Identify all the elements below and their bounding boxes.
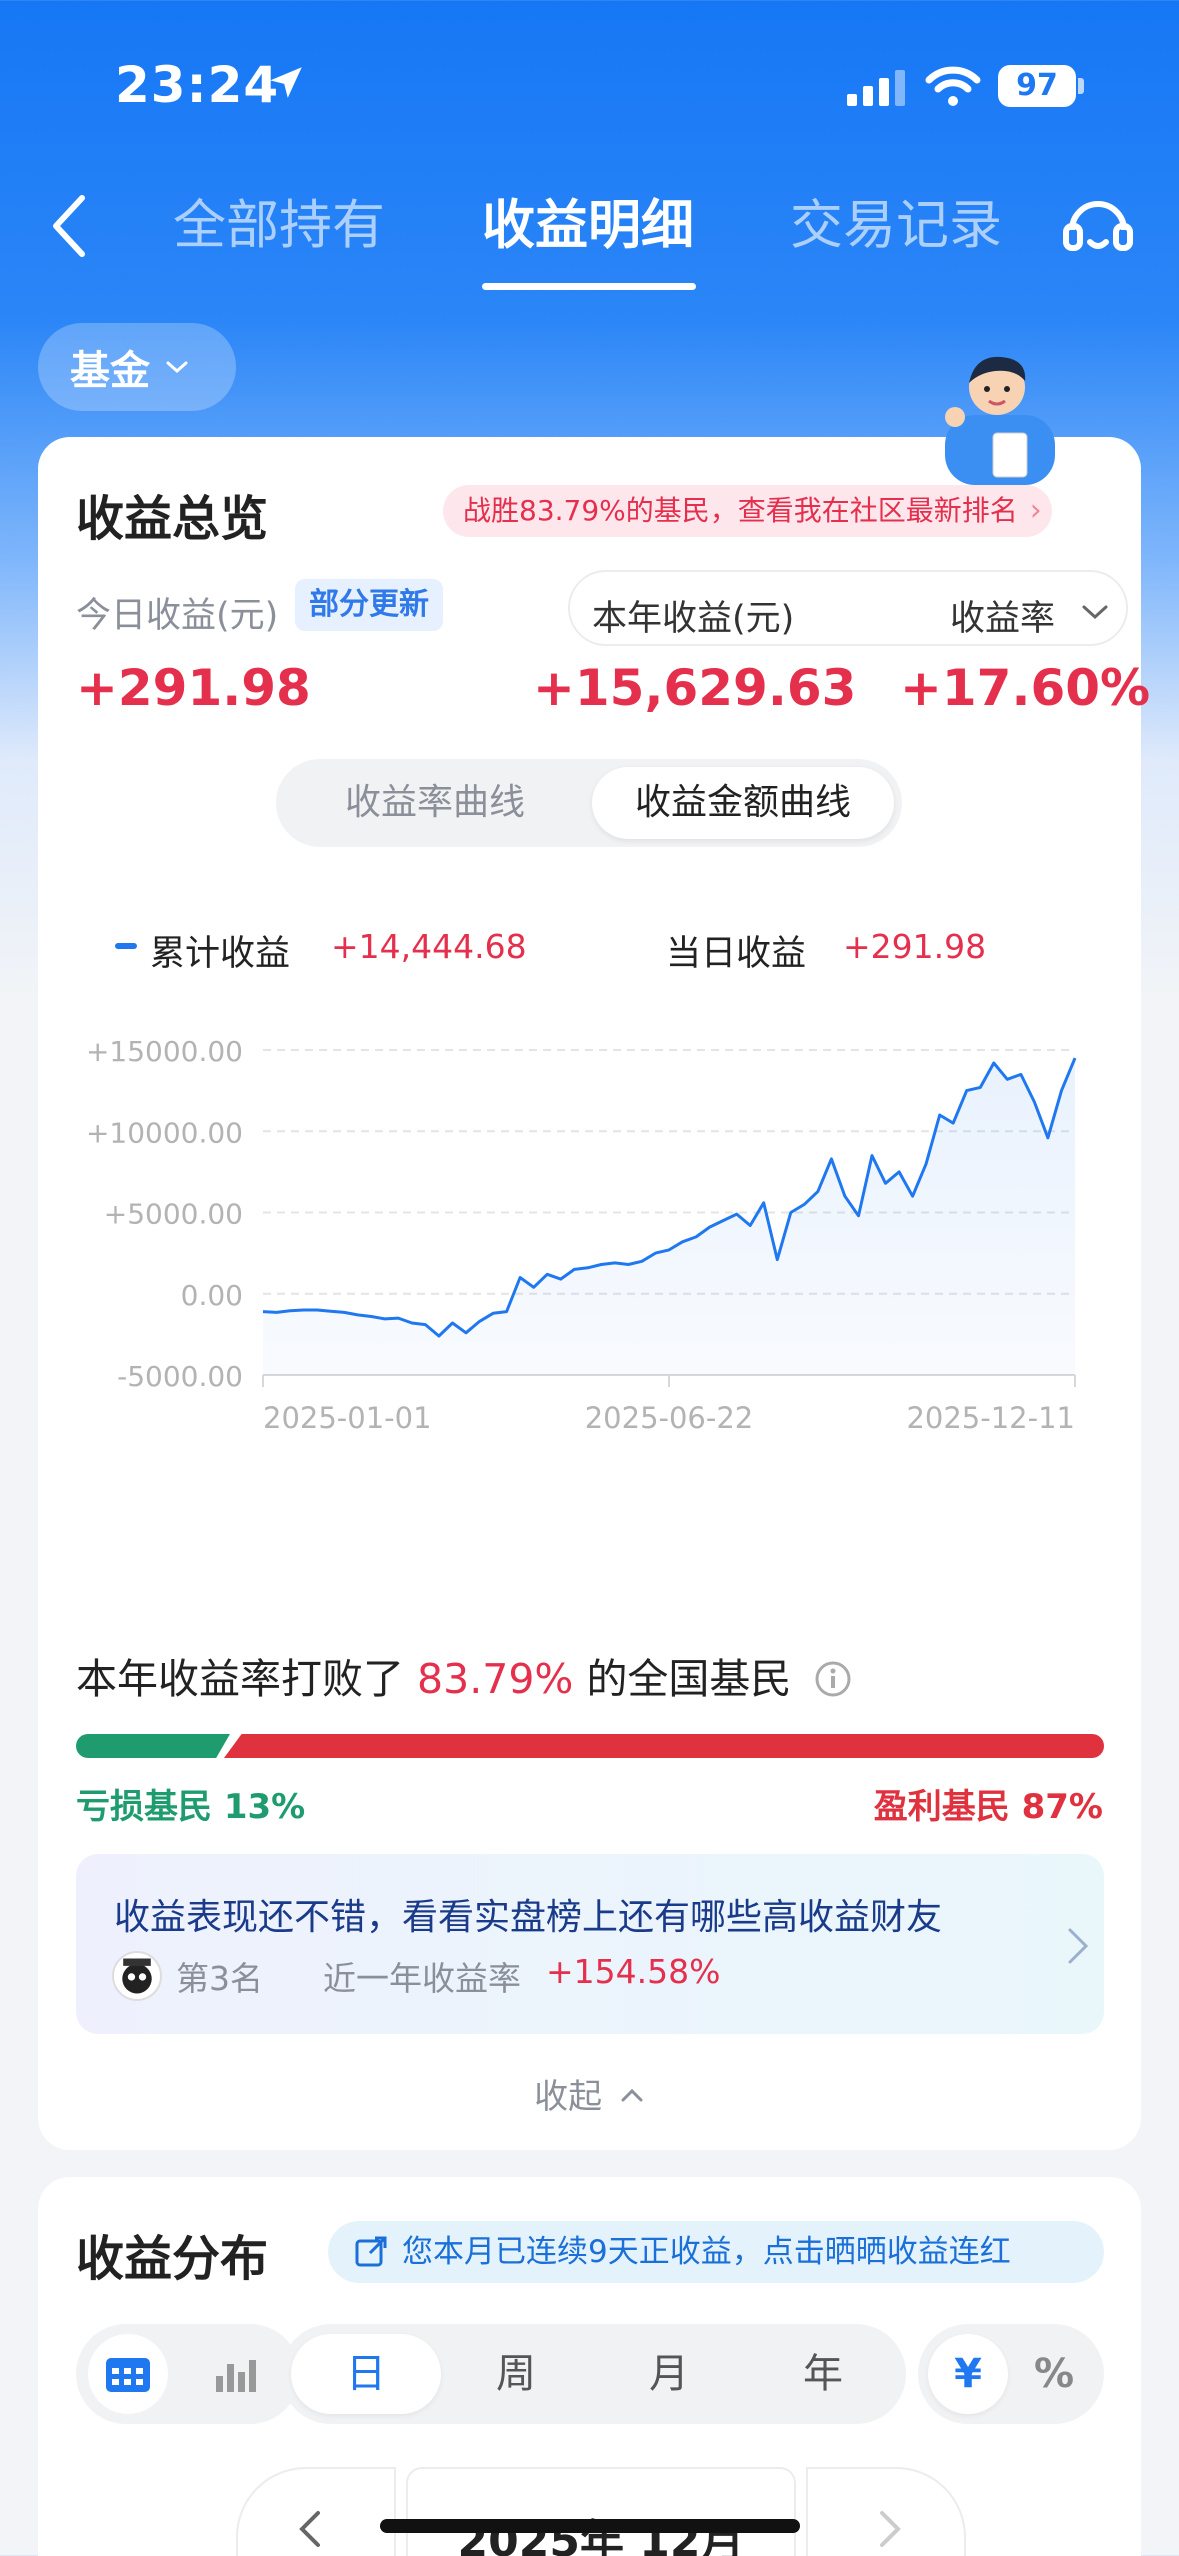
rate-curve-option[interactable]: 收益率曲线: [284, 767, 586, 839]
status-time: 23:24: [115, 56, 280, 114]
mascot-illustration: [945, 356, 1055, 485]
year-earnings-selector[interactable]: 本年收益(元) 收益率: [568, 570, 1128, 646]
cumulative-area: [263, 1058, 1075, 1375]
info-icon[interactable]: [814, 1660, 852, 1698]
return-rate-value: +17.60%: [900, 659, 1151, 717]
cumulative-earnings-chart[interactable]: +15000.00 +10000.00 +5000.00 0.00 -5000.00 20…: [38, 977, 1141, 1447]
next-month-button[interactable]: [806, 2467, 966, 2556]
community-rank-banner[interactable]: 战胜83.79%的基民，查看我在社区最新排名 ›: [443, 485, 1052, 537]
loss-share-bar: [76, 1734, 230, 1758]
calendar-icon: [106, 2358, 150, 2392]
streak-share-banner[interactable]: 您本月已连续9天正收益，点击晒晒收益连红: [328, 2221, 1104, 2283]
tab-all-holdings[interactable]: 全部持有: [173, 190, 385, 270]
year-earnings-label: 本年收益(元): [592, 599, 795, 639]
unit-yuan-button[interactable]: ¥: [928, 2334, 1008, 2414]
chevron-left-icon: [299, 2511, 320, 2547]
chevron-down-icon: [1082, 605, 1108, 620]
x-tick-label: 2025-12-11: [906, 1401, 1075, 1435]
rank-banner-text: 战胜83.79%的基民，查看我在社区最新排名: [463, 494, 1018, 527]
partial-update-badge: 部分更新: [295, 579, 443, 631]
overview-title: 收益总览: [76, 491, 269, 547]
beat-suffix: 的全国基民: [586, 1655, 792, 1703]
collapse-label: 收起: [534, 2077, 603, 2117]
active-tab-underline: [482, 283, 696, 290]
battery-tip: [1078, 78, 1084, 94]
return-rate-label: 收益率: [950, 599, 1056, 639]
period-week-button[interactable]: 周: [441, 2334, 591, 2414]
home-indicator: [380, 2519, 800, 2533]
x-tick-label: 2025-01-01: [263, 1401, 432, 1435]
view-mode-toggle: [76, 2324, 300, 2424]
period-toggle: 日 周 月 年: [281, 2324, 906, 2424]
earnings-overview-card: 收益总览 战胜83.79%的基民，查看我在社区最新排名 › 今日收益(元) 部分…: [38, 437, 1150, 2150]
daily-legend-label: 当日收益: [666, 934, 807, 974]
cumulative-legend-label: 累计收益: [150, 934, 291, 974]
y-tick-label: -5000.00: [117, 1360, 243, 1393]
cumulative-legend-swatch: [115, 943, 137, 949]
chevron-up-icon: [621, 2088, 643, 2102]
tab-trade-records[interactable]: 交易记录: [790, 190, 1002, 270]
beat-prefix: 本年收益率打败了: [76, 1655, 404, 1703]
prev-month-button[interactable]: [236, 2467, 396, 2556]
chevron-down-icon: [166, 361, 188, 374]
month-navigator: 2025年 12月: [236, 2467, 976, 2556]
battery-indicator: 97: [998, 65, 1076, 107]
share-icon: [355, 2236, 387, 2267]
back-arrow-icon[interactable]: [46, 190, 90, 262]
gain-share-bar: [224, 1734, 1104, 1758]
loss-investors-label: 亏损基民 13%: [76, 1787, 306, 1827]
y-tick-label: +5000.00: [104, 1198, 243, 1231]
chart-mode-toggle: 收益率曲线 收益金额曲线: [276, 759, 902, 847]
chevron-right-icon: ›: [1029, 493, 1042, 528]
earnings-distribution-card: 收益分布 您本月已连续9天正收益，点击晒晒收益连红 日 周 月 年 ¥ % 20…: [38, 2177, 1141, 2556]
status-bar: 23:24 97: [0, 0, 1179, 170]
year-earnings-value: +15,629.63: [533, 659, 857, 717]
promo-rate-label: 近一年收益率: [323, 1959, 521, 1998]
tab-earnings-detail[interactable]: 收益明细: [482, 190, 694, 270]
y-tick-label: 0.00: [181, 1279, 243, 1312]
promo-rate-value: +154.58%: [546, 1952, 721, 1991]
customer-service-icon[interactable]: [1060, 190, 1136, 266]
beat-percent: 83.79%: [417, 1655, 574, 1703]
y-tick-label: +10000.00: [86, 1116, 243, 1149]
today-earnings-label: 今日收益(元): [76, 596, 279, 636]
collapse-button[interactable]: 收起: [38, 2069, 1141, 2118]
beat-summary: 本年收益率打败了 83.79% 的全国基民: [76, 1645, 852, 1705]
y-tick-label: +15000.00: [86, 1035, 243, 1068]
streak-text: 您本月已连续9天正收益，点击晒晒收益连红: [402, 2234, 1011, 2270]
leaderboard-promo[interactable]: 收益表现还不错，看看实盘榜上还有哪些高收益财友 第3名 近一年收益率 +154.…: [76, 1854, 1104, 2034]
chevron-right-icon: [1068, 1928, 1089, 1964]
daily-legend-value: +291.98: [843, 927, 987, 966]
unit-percent-button[interactable]: %: [1014, 2334, 1094, 2414]
promo-rank: 第3名: [176, 1959, 263, 1998]
period-year-button[interactable]: 年: [748, 2334, 898, 2414]
cellular-signal-icon: [847, 70, 905, 106]
period-month-button[interactable]: 月: [594, 2334, 744, 2414]
bar-chart-icon: [216, 2360, 256, 2392]
chevron-right-icon: [880, 2511, 901, 2547]
unit-toggle: ¥ %: [918, 2324, 1104, 2424]
investor-distribution-bar: [76, 1734, 1104, 1758]
x-tick-label: 2025-06-22: [585, 1401, 754, 1435]
promo-title: 收益表现还不错，看看实盘榜上还有哪些高收益财友: [114, 1897, 943, 1938]
cumulative-legend-value: +14,444.68: [331, 927, 527, 966]
amount-curve-option[interactable]: 收益金额曲线: [592, 767, 894, 839]
today-earnings-value: +291.98: [76, 659, 311, 717]
fund-filter-label: 基金: [70, 348, 150, 394]
calendar-view-button[interactable]: [88, 2334, 168, 2414]
period-day-button[interactable]: 日: [291, 2334, 441, 2414]
wifi-icon: [925, 66, 981, 106]
current-month-label: 2025年 12月: [406, 2467, 796, 2556]
bar-chart-view-button[interactable]: [194, 2334, 274, 2414]
avatar: [112, 1951, 162, 2001]
gain-investors-label: 盈利基民 87%: [873, 1787, 1103, 1827]
location-arrow-icon: [270, 67, 302, 98]
fund-filter-dropdown[interactable]: 基金: [38, 323, 236, 411]
distribution-title: 收益分布: [76, 2231, 269, 2287]
